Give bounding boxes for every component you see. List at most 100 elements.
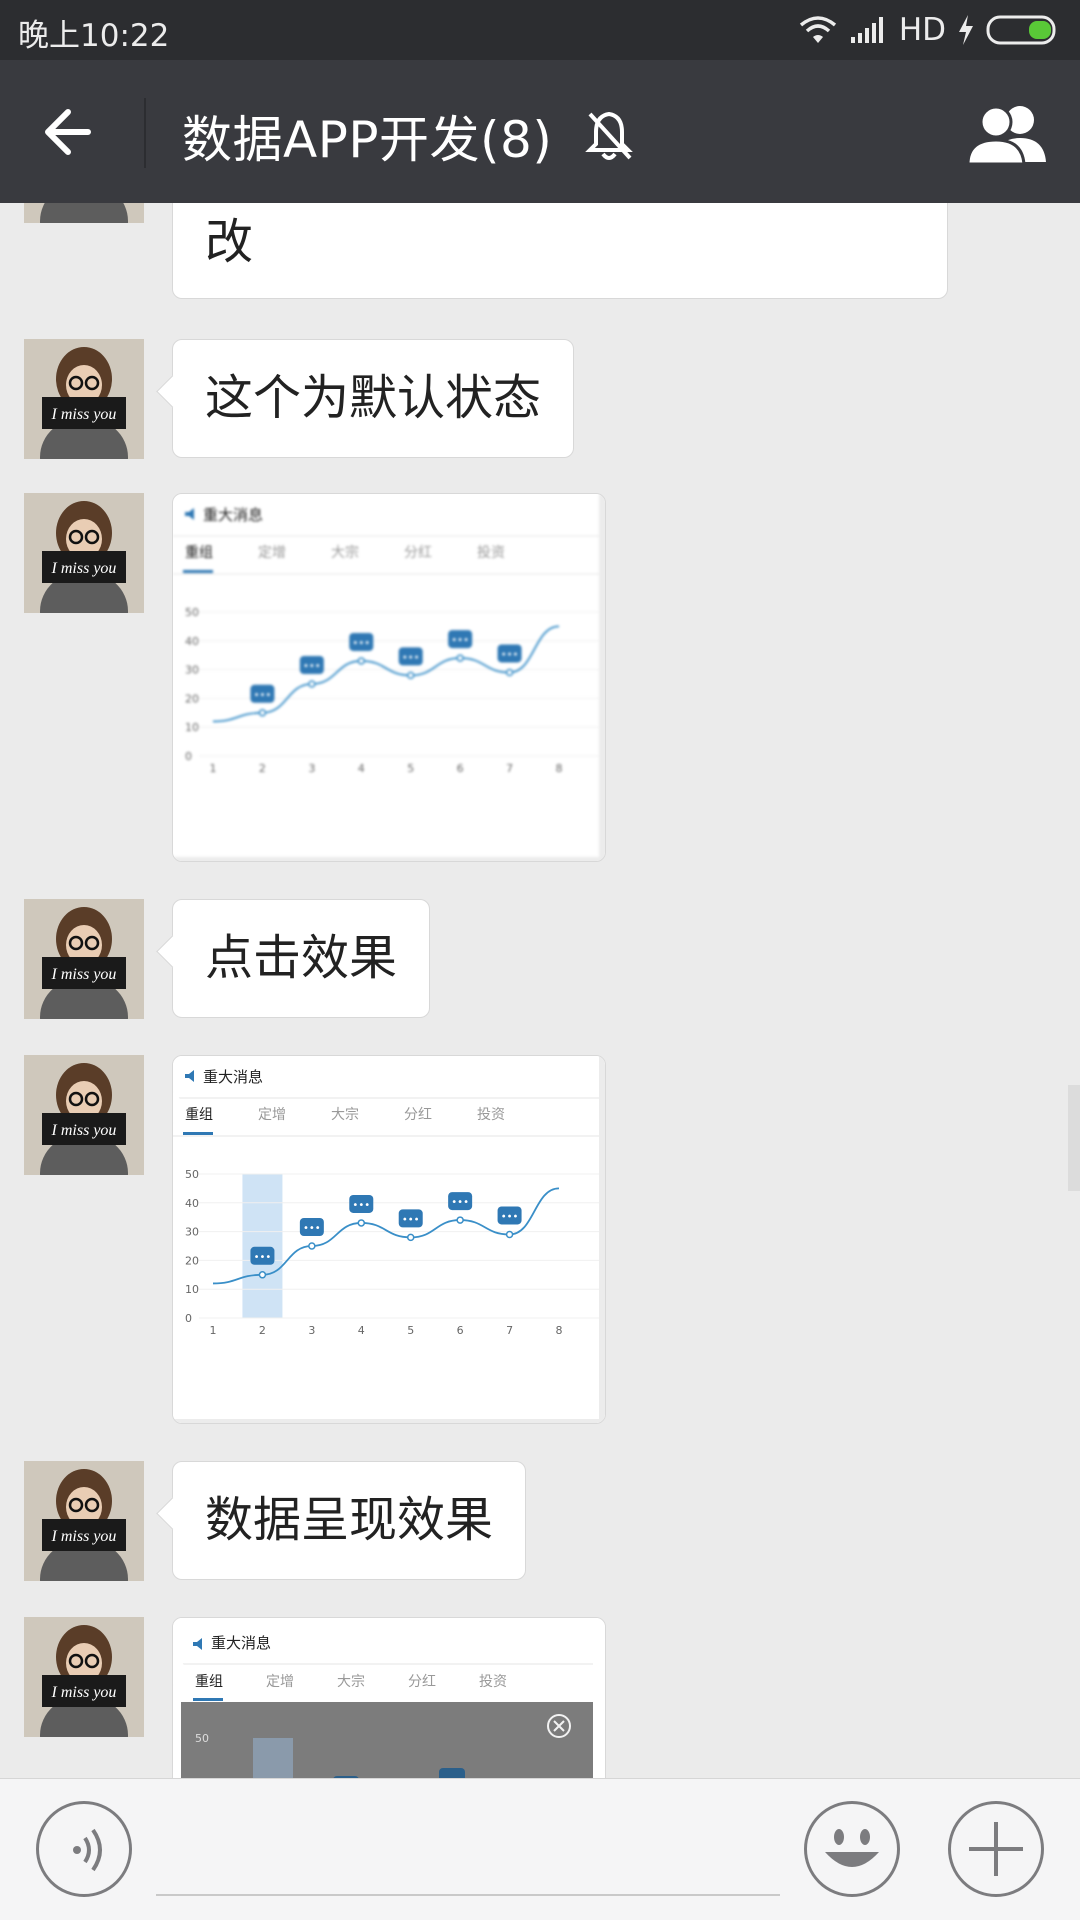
avatar-sign-text: I miss you	[51, 1122, 117, 1139]
data-point	[357, 657, 366, 665]
network-type: HD	[898, 12, 946, 48]
chart-tab: 大宗	[331, 545, 359, 561]
x-tick-label: 4	[358, 1324, 365, 1337]
message-text: 这个为默认状态	[205, 370, 542, 426]
y-tick-label: 50	[185, 606, 199, 619]
plus-icon	[969, 1822, 1023, 1876]
data-marker-label: •••	[501, 1211, 519, 1222]
x-tick-label: 5	[407, 762, 414, 775]
data-point	[406, 671, 415, 680]
chart-tab: 定增	[266, 1674, 294, 1690]
y-tick-label: 30	[185, 1226, 199, 1239]
data-marker-label: •••	[402, 1214, 420, 1225]
data-marker-label: •••	[254, 1252, 272, 1263]
header-divider	[144, 98, 146, 168]
chart-tab: 投资	[479, 1674, 507, 1690]
image-message[interactable]: 重大消息 重组 定增 大宗 分红 投资 0 10 20 30 40 50 1 2 3 4 5 6 7 8 ••• ••• •…	[172, 493, 606, 862]
chart-tab: 重组	[185, 545, 213, 561]
y-tick-label: 0	[185, 750, 192, 763]
x-tick-label: 8	[556, 762, 563, 775]
avatar[interactable]: I miss you	[24, 203, 144, 223]
chart-tab: 定增	[258, 545, 286, 561]
avatar[interactable]: I miss you	[24, 1055, 144, 1175]
y-tick-label: 50	[185, 1168, 199, 1181]
message-bubble[interactable]: 点击效果	[172, 899, 431, 1018]
data-point	[258, 709, 267, 717]
data-point	[308, 1242, 316, 1250]
status-time: 晚上10:22	[18, 18, 170, 54]
chart-card-heading: 重大消息	[203, 1068, 263, 1086]
chart-tab: 投资	[477, 545, 505, 561]
avatar[interactable]: I miss you	[24, 1461, 144, 1581]
back-arrow-icon[interactable]	[40, 104, 110, 160]
x-tick-label: 3	[308, 762, 315, 775]
x-tick-label: 4	[358, 762, 365, 775]
emoji-icon	[825, 1829, 879, 1867]
chart-tab: 重组	[195, 1674, 223, 1690]
chart-tab: 大宗	[331, 1107, 359, 1123]
data-marker-label: •••	[501, 649, 519, 660]
x-tick-label: 8	[556, 1324, 563, 1337]
x-tick-label: 2	[259, 762, 266, 775]
mute-bell-icon	[585, 111, 633, 160]
y-tick-label: 50	[195, 1732, 209, 1745]
message-input[interactable]	[156, 1894, 780, 1896]
x-tick-label: 6	[457, 1324, 464, 1337]
tab-active-underline	[183, 1132, 213, 1135]
avatar-shirt	[40, 203, 128, 223]
dim-overlay	[181, 1702, 593, 1778]
chart-card-heading: 重大消息	[203, 506, 263, 524]
data-point	[456, 1216, 464, 1224]
tab-active-underline	[183, 570, 213, 573]
x-tick-label: 3	[308, 1324, 315, 1337]
y-tick-label: 0	[185, 1312, 192, 1325]
y-tick-label: 40	[185, 1197, 199, 1210]
data-marker-label: •••	[254, 690, 272, 701]
group-members-icon[interactable]	[966, 100, 1048, 166]
battery-icon	[986, 15, 1056, 45]
avatar-sign-text: I miss you	[51, 1684, 117, 1701]
y-tick-label: 10	[185, 721, 199, 734]
chart-screenshot: 重大消息重组 定增 大宗 分红 投资 50	[173, 1618, 605, 1778]
message-bubble[interactable]: 改	[172, 203, 948, 299]
data-point	[357, 1219, 366, 1227]
data-point	[456, 654, 464, 662]
avatar-sign-text: I miss you	[51, 966, 117, 983]
y-tick-label: 30	[185, 664, 199, 677]
scroll-indicator[interactable]	[1068, 1085, 1080, 1191]
data-point	[258, 1271, 267, 1279]
chat-title: 数据APP开发(8)	[182, 111, 553, 169]
emoji-button[interactable]	[804, 1801, 900, 1897]
image-message[interactable]: 重大消息重组 定增 大宗 分红 投资 50	[172, 1617, 606, 1778]
voice-icon	[73, 1828, 102, 1872]
status-icons: HD	[797, 12, 1060, 48]
wifi-icon	[799, 16, 836, 43]
message-bubble[interactable]: 这个为默认状态	[172, 339, 575, 458]
chart-tab: 大宗	[337, 1674, 365, 1690]
avatar[interactable]: I miss you	[24, 339, 144, 459]
avatar[interactable]: I miss you	[24, 1617, 144, 1737]
more-button[interactable]	[948, 1801, 1044, 1897]
image-message[interactable]: 重大消息 重组 定增 大宗 分红 投资 0 10 20 30 40 50 1 2 3 4 5 6 7 8 ••• ••• •…	[172, 1055, 606, 1424]
chart-tab: 分红	[404, 545, 432, 561]
data-point	[505, 668, 514, 677]
avatar[interactable]: I miss you	[24, 899, 144, 1019]
data-marker	[439, 1768, 465, 1778]
y-tick-label: 20	[185, 1254, 199, 1267]
data-point	[505, 1230, 514, 1239]
chart-tab: 分红	[404, 1107, 432, 1123]
chart-card-heading: 重大消息	[211, 1634, 271, 1652]
data-point	[406, 1233, 415, 1242]
tab-active-underline	[193, 1698, 223, 1701]
signal-icon	[850, 17, 883, 43]
voice-button[interactable]	[36, 1801, 132, 1897]
chat-message-list[interactable]: I miss you 改 I miss you 这个为默认状态 I miss y…	[0, 203, 1080, 1778]
x-tick-label: 5	[407, 1324, 414, 1337]
avatar[interactable]: I miss you	[24, 493, 144, 613]
message-bubble[interactable]: 数据呈现效果	[172, 1461, 527, 1580]
x-tick-label: 1	[210, 762, 217, 775]
avatar-sign-text: I miss you	[51, 1528, 117, 1545]
data-marker-label: •••	[303, 661, 321, 672]
chart-tab: 分红	[408, 1674, 436, 1690]
message-text: 点击效果	[205, 930, 398, 986]
